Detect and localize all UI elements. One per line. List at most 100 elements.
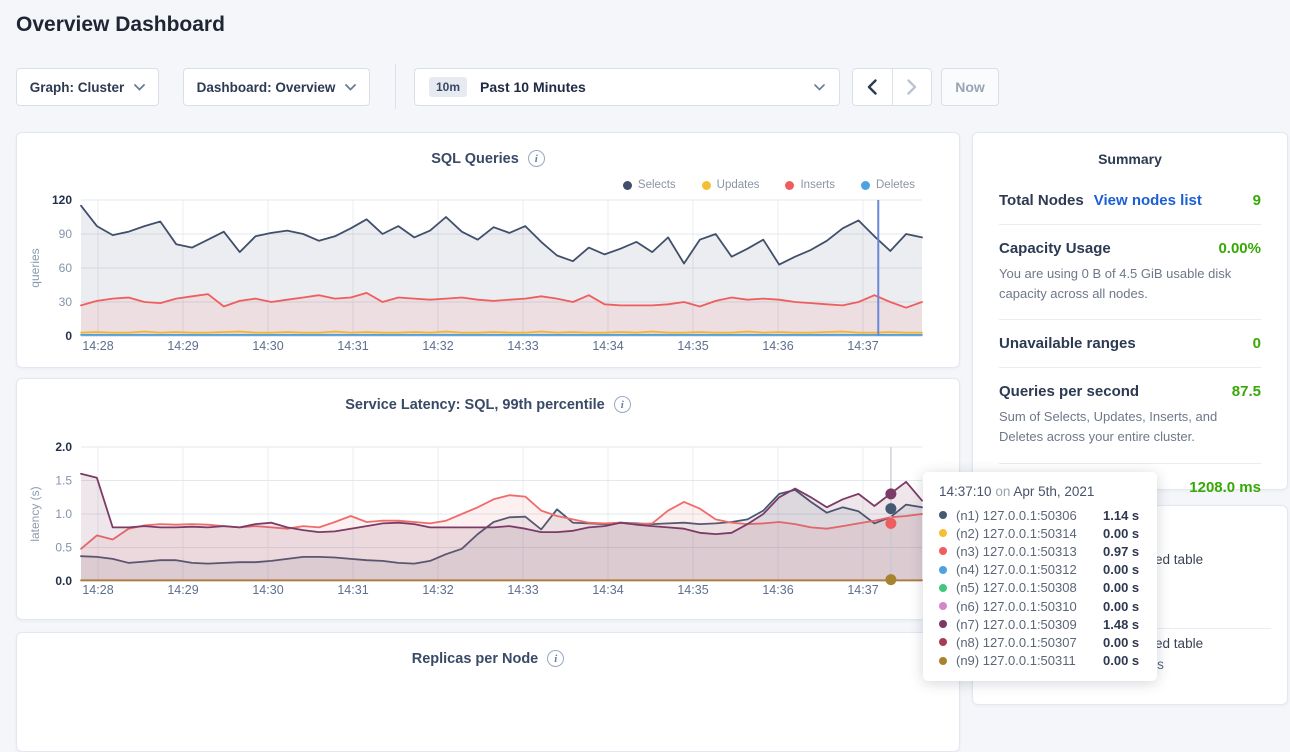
svg-text:14:29: 14:29 (167, 339, 198, 353)
svg-text:14:33: 14:33 (507, 339, 538, 353)
info-icon[interactable]: i (614, 396, 631, 413)
svg-text:14:28: 14:28 (82, 583, 113, 597)
info-icon[interactable]: i (547, 650, 564, 667)
chevron-down-icon (345, 84, 356, 91)
tooltip-node-row: (n8) 127.0.0.1:503070.00 s (939, 633, 1147, 651)
summary-row-description: Sum of Selects, Updates, Inserts, and De… (999, 407, 1261, 447)
controls-divider (395, 64, 396, 109)
tooltip-node-label: (n8) 127.0.0.1:50307 (956, 635, 1103, 650)
tooltip-node-value: 0.00 s (1103, 562, 1139, 577)
replicas-per-node-card: Replicas per Node i (16, 632, 960, 752)
summary-row-label: Unavailable ranges (999, 335, 1136, 352)
tooltip-node-value: 0.00 s (1103, 635, 1139, 650)
service-latency-title: Service Latency: SQL, 99th percentile (345, 397, 605, 413)
tooltip-timestamp: 14:37:10 on Apr 5th, 2021 (939, 484, 1147, 499)
chart-hover-tooltip: 14:37:10 on Apr 5th, 2021 (n1) 127.0.0.1… (923, 472, 1157, 681)
svg-text:14:30: 14:30 (252, 339, 283, 353)
summary-row-label: Total Nodes (999, 192, 1084, 209)
now-button[interactable]: Now (941, 68, 999, 106)
tooltip-series-dot-icon (939, 584, 947, 592)
svg-text:60: 60 (59, 261, 73, 275)
svg-text:14:33: 14:33 (507, 583, 538, 597)
tooltip-node-label: (n7) 127.0.0.1:50309 (956, 617, 1103, 632)
svg-text:14:28: 14:28 (82, 339, 113, 353)
svg-text:14:36: 14:36 (762, 339, 793, 353)
tooltip-node-value: 0.00 s (1103, 653, 1139, 668)
previous-timeframe-button[interactable] (853, 69, 892, 105)
sql-queries-title-row: SQL Queries i (17, 150, 959, 167)
svg-text:0: 0 (65, 329, 72, 343)
legend-item[interactable]: Selects (623, 179, 676, 191)
chevron-down-icon (134, 84, 145, 91)
tooltip-node-row: (n7) 127.0.0.1:503091.48 s (939, 615, 1147, 633)
tooltip-rows: (n1) 127.0.0.1:503061.14 s (n2) 127.0.0.1… (939, 506, 1147, 670)
svg-text:1.0: 1.0 (55, 507, 72, 521)
svg-text:14:32: 14:32 (422, 339, 453, 353)
time-range-label: Past 10 Minutes (480, 79, 814, 95)
summary-row-description: You are using 0 B of 4.5 GiB usable disk… (999, 264, 1261, 304)
service-latency-title-row: Service Latency: SQL, 99th percentile i (17, 396, 959, 413)
time-step-buttons (852, 68, 932, 106)
tooltip-series-dot-icon (939, 620, 947, 628)
next-timeframe-button[interactable] (892, 69, 931, 105)
svg-text:14:36: 14:36 (762, 583, 793, 597)
info-icon[interactable]: i (528, 150, 545, 167)
time-range-badge: 10m (429, 77, 467, 97)
sql-queries-chart[interactable]: 14:2814:2914:3014:3114:3214:3314:3414:35… (17, 191, 961, 363)
summary-row: Capacity Usage0.00%You are using 0 B of … (999, 225, 1261, 320)
tooltip-series-dot-icon (939, 602, 947, 610)
tooltip-node-label: (n5) 127.0.0.1:50308 (956, 580, 1103, 595)
legend-label: Inserts (800, 179, 835, 191)
chevron-down-icon (814, 84, 825, 91)
tooltip-node-row: (n6) 127.0.0.1:503100.00 s (939, 597, 1147, 615)
svg-text:14:34: 14:34 (592, 339, 623, 353)
tooltip-node-label: (n2) 127.0.0.1:50314 (956, 526, 1103, 541)
tooltip-node-row: (n5) 127.0.0.1:503080.00 s (939, 579, 1147, 597)
legend-dot-icon (861, 181, 870, 190)
tooltip-node-value: 1.48 s (1103, 617, 1139, 632)
legend-dot-icon (702, 181, 711, 190)
sql-queries-title: SQL Queries (431, 151, 519, 167)
svg-text:1.5: 1.5 (55, 474, 72, 488)
legend-item[interactable]: Updates (702, 179, 760, 191)
svg-text:14:29: 14:29 (167, 583, 198, 597)
svg-text:90: 90 (59, 227, 73, 241)
svg-text:0.5: 0.5 (55, 541, 72, 555)
sql-queries-card: SQL Queries i Selects Updates Inserts Delet… (16, 132, 960, 368)
svg-text:14:35: 14:35 (677, 583, 708, 597)
summary-row-value: 87.5 (1232, 383, 1261, 400)
legend-item[interactable]: Inserts (785, 179, 835, 191)
legend-dot-icon (623, 181, 632, 190)
tooltip-node-value: 0.97 s (1103, 544, 1139, 559)
tooltip-series-dot-icon (939, 657, 947, 665)
tooltip-series-dot-icon (939, 638, 947, 646)
svg-text:queries: queries (28, 248, 42, 287)
legend-label: Deletes (876, 179, 915, 191)
tooltip-node-row: (n1) 127.0.0.1:503061.14 s (939, 506, 1147, 524)
svg-text:14:34: 14:34 (592, 583, 623, 597)
svg-text:14:37: 14:37 (847, 339, 878, 353)
summary-row-value: 9 (1253, 192, 1261, 209)
service-latency-card: Service Latency: SQL, 99th percentile i … (16, 378, 960, 620)
page-title: Overview Dashboard (16, 13, 225, 37)
tooltip-series-dot-icon (939, 566, 947, 574)
sql-queries-legend: Selects Updates Inserts Deletes (623, 179, 915, 191)
graph-dropdown-label: Graph: Cluster (30, 80, 125, 95)
svg-text:14:37: 14:37 (847, 583, 878, 597)
svg-text:14:31: 14:31 (337, 583, 368, 597)
replicas-title-row: Replicas per Node i (17, 650, 959, 667)
svg-text:30: 30 (59, 295, 73, 309)
svg-text:0.0: 0.0 (55, 574, 72, 588)
tooltip-series-dot-icon (939, 529, 947, 537)
dashboard-dropdown[interactable]: Dashboard: Overview (183, 68, 370, 106)
legend-item[interactable]: Deletes (861, 179, 915, 191)
graph-dropdown[interactable]: Graph: Cluster (16, 68, 159, 106)
service-latency-chart[interactable]: 14:2814:2914:3014:3114:3214:3314:3414:35… (17, 437, 961, 603)
view-nodes-list-link[interactable]: View nodes list (1094, 192, 1202, 209)
summary-row: Unavailable ranges0 (999, 320, 1261, 368)
summary-row-value: 1208.0 ms (1189, 479, 1261, 496)
svg-text:120: 120 (52, 193, 72, 207)
time-range-dropdown[interactable]: 10m Past 10 Minutes (414, 68, 840, 106)
svg-text:2.0: 2.0 (55, 440, 72, 454)
tooltip-node-value: 0.00 s (1103, 599, 1139, 614)
